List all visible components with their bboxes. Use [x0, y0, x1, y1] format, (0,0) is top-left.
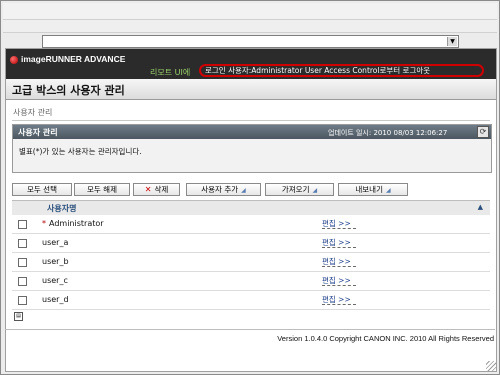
table-row: * Administrator 편집 >> [12, 215, 490, 234]
panel-header: 사용자 관리 업데이트 일시: 2010 08/03 12:06:27 ⟳ [13, 125, 491, 139]
remote-ui-link[interactable]: 리모트 UI에 [150, 67, 190, 78]
sort-ascending-icon[interactable]: ▲ [478, 203, 483, 211]
edit-link-underline [322, 228, 356, 229]
refresh-icon[interactable]: ⟳ [477, 126, 489, 138]
delete-button[interactable]: ✕ 삭제 [133, 183, 180, 196]
browser-menubar [3, 20, 497, 33]
delete-label: 삭제 [154, 185, 169, 194]
deselect-all-label: 모두 해제 [87, 185, 117, 194]
user-name: user_b [42, 257, 69, 266]
table-row: user_c 편집 >> [12, 272, 490, 291]
table-row: user_b 편집 >> [12, 253, 490, 272]
user-name: user_d [42, 295, 69, 304]
row-checkbox[interactable] [18, 258, 27, 267]
dropdown-triangle-icon: ◢ [312, 187, 318, 194]
browser-toolbar [3, 3, 497, 20]
page-top-icon[interactable]: ▤ [14, 312, 23, 321]
dropdown-triangle-icon: ◢ [385, 187, 391, 194]
table-row: user_d 편집 >> [12, 291, 490, 310]
select-all-button[interactable]: 모두 선택 [12, 183, 72, 196]
update-timestamp: 업데이트 일시: 2010 08/03 12:06:27 [328, 129, 448, 137]
title-bar: 고급 박스의 사용자 관리 [6, 79, 496, 100]
table-header: 사용자명 ▲ [12, 200, 490, 216]
table-row: user_a 편집 >> [12, 234, 490, 253]
dropdown-triangle-icon: ◢ [241, 187, 246, 194]
delete-x-icon: ✕ [144, 185, 152, 194]
page-title: 고급 박스의 사용자 관리 [12, 84, 125, 97]
row-checkbox[interactable] [18, 239, 27, 248]
user-name: * Administrator [42, 219, 104, 228]
export-label: 내보내기 [355, 185, 383, 194]
top-header: imageRUNNER ADVANCE 리모트 UI에 로그인 사용자:Admi… [6, 49, 496, 79]
edit-link-underline [322, 247, 356, 248]
admin-note: 별표(*)가 있는 사용자는 관리자입니다. [19, 147, 142, 156]
import-button[interactable]: 가져오기 ◢ [265, 183, 334, 196]
add-user-label: 사용자 추가 [201, 185, 239, 194]
deselect-all-button[interactable]: 모두 해제 [74, 183, 130, 196]
footer-divider [5, 329, 495, 330]
username-column-header[interactable]: 사용자명 [47, 203, 76, 214]
address-dropdown-icon[interactable]: ▼ [447, 37, 457, 46]
select-all-label: 모두 선택 [27, 185, 57, 194]
admin-star-icon: * [42, 219, 46, 228]
remote-ui-page: imageRUNNER ADVANCE 리모트 UI에 로그인 사용자:Admi… [5, 48, 497, 372]
user-name: user_c [42, 276, 68, 285]
edit-link-underline [322, 285, 356, 286]
import-label: 가져오기 [281, 185, 310, 194]
user-name: user_a [42, 238, 69, 247]
panel-title: 사용자 관리 [18, 128, 58, 137]
brand-name: imageRUNNER ADVANCE [21, 54, 126, 64]
login-status-logout-link[interactable]: 로그인 사용자:Administrator User Access Contro… [199, 64, 484, 77]
add-user-button[interactable]: 사용자 추가 ◢ [186, 183, 261, 196]
edit-link-underline [322, 266, 356, 267]
canon-logo-icon [10, 56, 18, 64]
divider [12, 120, 490, 121]
export-button[interactable]: 내보내기 ◢ [338, 183, 408, 196]
edit-link-underline [322, 304, 356, 305]
browser-window: ▼ imageRUNNER ADVANCE 리모트 UI에 로그인 사용자:Ad… [0, 0, 500, 375]
user-management-panel: 사용자 관리 업데이트 일시: 2010 08/03 12:06:27 ⟳ 별표… [12, 124, 492, 173]
breadcrumb: 사용자 관리 [13, 108, 53, 117]
row-checkbox[interactable] [18, 277, 27, 286]
address-bar[interactable]: ▼ [42, 35, 459, 48]
resize-grip-icon[interactable] [486, 361, 496, 371]
copyright-footer: Version 1.0.4.0 Copyright CANON INC. 201… [277, 334, 494, 343]
row-checkbox[interactable] [18, 220, 27, 229]
row-checkbox[interactable] [18, 296, 27, 305]
